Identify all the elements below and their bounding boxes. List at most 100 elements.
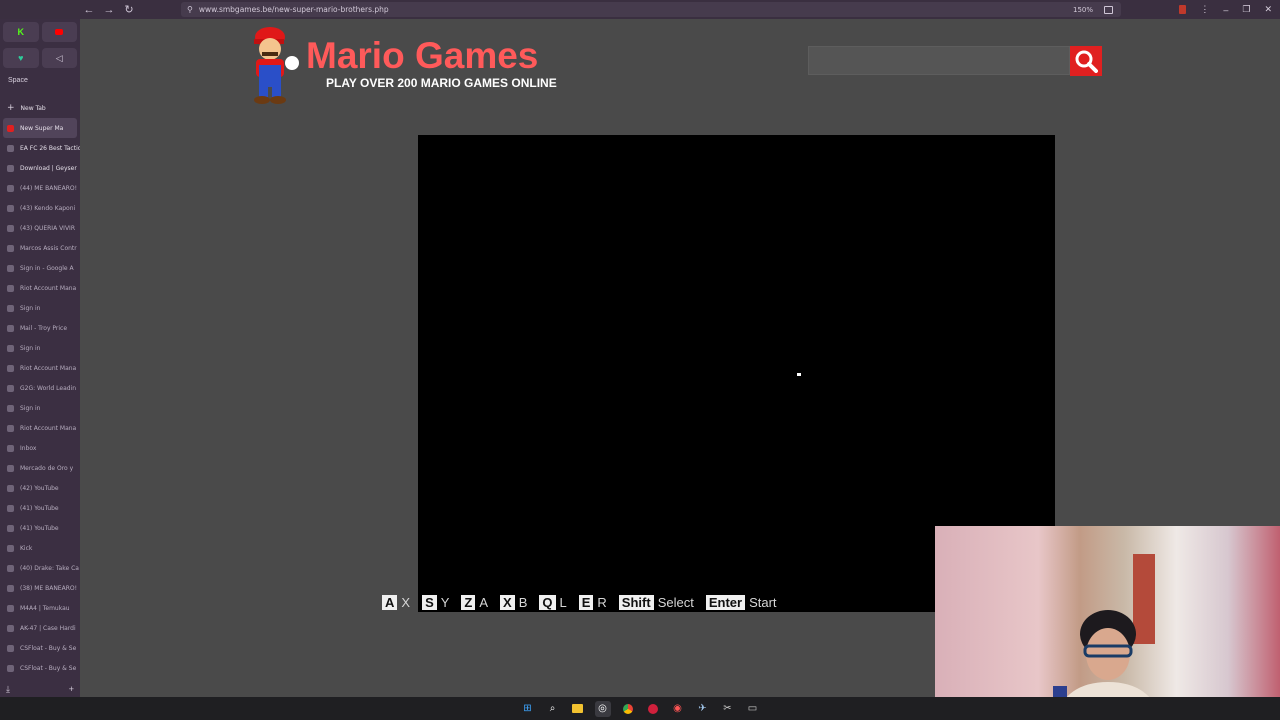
sidebar-tab[interactable]: CSFloat - Buy & Se (0, 638, 80, 658)
sidebar-tab[interactable]: Mail - Troy Price (0, 318, 80, 338)
reload-icon[interactable]: ↻ (122, 3, 136, 16)
address-bar[interactable]: ⚲ www.smbgames.be/new-super-mario-brothe… (181, 2, 1121, 17)
new-tab-button[interactable]: + New Tab (0, 98, 80, 118)
sidebar-tab[interactable]: Sign in (0, 298, 80, 318)
back-icon[interactable]: ← (82, 4, 96, 16)
tab-label: Sign in (20, 404, 41, 412)
sidebar-tab[interactable]: Download | Geyser (0, 158, 80, 178)
control-item: ZA (461, 594, 488, 610)
sidebar-tab[interactable]: CSFloat - Buy & Se (0, 658, 80, 678)
sidebar-tab[interactable]: EA FC 26 Best Tactic (0, 138, 80, 158)
sidebar-tab[interactable]: (44) ME BANEARO! (0, 178, 80, 198)
tool-taskbar-icon[interactable]: ✂ (720, 701, 736, 717)
sidebar-tab[interactable]: Sign in - Google A (0, 258, 80, 278)
control-item: QL (539, 594, 567, 610)
control-action: R (597, 594, 607, 610)
tab-label: (43) Kendo Kaponi (20, 204, 76, 212)
file-explorer-icon[interactable] (570, 701, 586, 717)
sidebar-tab[interactable]: Inbox (0, 438, 80, 458)
sidebar-tab[interactable]: Marcos Assis Contr (0, 238, 80, 258)
control-item: ER (578, 594, 607, 610)
sidebar-tab[interactable]: (41) YouTube (0, 518, 80, 538)
zoom-level[interactable]: 150% (1073, 6, 1093, 14)
mouse-cursor (797, 373, 801, 376)
sidebar-tab[interactable]: (40) Drake: Take Ca (0, 558, 80, 578)
sidebar-tab[interactable]: Mercado de Oro y (0, 458, 80, 478)
sidebar-footer: ⤓ + (0, 684, 80, 695)
control-key: A (382, 594, 398, 610)
add-icon[interactable]: + (69, 684, 74, 695)
app-taskbar-icon[interactable]: ◉ (670, 701, 686, 717)
control-item: Shift Select (618, 594, 694, 610)
record-taskbar-icon[interactable] (645, 701, 661, 717)
sidebar-tab[interactable]: Sign in (0, 338, 80, 358)
site-title[interactable]: Mario Games (306, 35, 538, 77)
sidebar-tab[interactable]: Riot Account Mana (0, 358, 80, 378)
control-key: Q (539, 594, 556, 610)
sidebar-tab[interactable]: Riot Account Mana (0, 278, 80, 298)
browser-taskbar-icon[interactable]: ◎ (594, 700, 611, 717)
download-icon[interactable]: ⤓ (6, 684, 10, 695)
control-key: E (578, 594, 594, 610)
control-item: SY (422, 594, 449, 610)
sidebar-tab[interactable]: AK-47 | Case Hardi (0, 618, 80, 638)
browser-toolbar: ← → ↻ ⚲ www.smbgames.be/new-super-mario-… (0, 0, 1280, 19)
url-text: www.smbgames.be/new-super-mario-brothers… (198, 5, 389, 14)
pinned-youtube-icon[interactable] (41, 22, 77, 42)
search-input[interactable] (808, 46, 1070, 75)
sidebar-tab[interactable]: (43) Kendo Kaponi (0, 198, 80, 218)
tab-favicon-icon (7, 364, 14, 372)
search-taskbar-icon[interactable]: ⌕ (545, 701, 561, 717)
search-icon (1075, 50, 1098, 73)
tab-favicon-icon (7, 184, 14, 192)
extension-icon[interactable] (1179, 5, 1187, 14)
terminal-taskbar-icon[interactable]: ▭ (745, 701, 761, 717)
taskbar: ⊞ ⌕ ◎ ◉ ✈ ✂ ▭ (0, 697, 1280, 720)
tab-favicon-icon (7, 164, 14, 172)
sidebar-tab[interactable]: Kick (0, 538, 80, 558)
control-item: XB (500, 594, 527, 610)
chrome-taskbar-icon[interactable] (620, 701, 636, 717)
sidebar-tab[interactable]: M4A4 | Temukau (0, 598, 80, 618)
tab-favicon-icon (7, 584, 14, 592)
control-item: AX (382, 594, 410, 610)
sidebar-tab[interactable]: New Super Ma (3, 118, 77, 138)
tab-label: Inbox (20, 444, 37, 452)
tab-favicon-icon (7, 344, 14, 352)
reader-icon[interactable] (1104, 5, 1113, 14)
tab-favicon-icon (7, 304, 14, 312)
tab-favicon-icon (7, 444, 14, 452)
sidebar-tab[interactable]: G2G: World Leadin (0, 378, 80, 398)
pinned-kick-icon[interactable]: K (3, 22, 39, 42)
steam-taskbar-icon[interactable]: ✈ (695, 701, 711, 717)
minimize-icon[interactable]: – (1223, 5, 1228, 15)
settings-icon[interactable]: ⋮ (1200, 4, 1209, 15)
windows-start-icon[interactable]: ⊞ (520, 701, 536, 717)
site-info-icon[interactable]: ⚲ (187, 5, 193, 14)
tab-favicon-icon (7, 484, 14, 492)
tab-favicon-icon (7, 524, 14, 532)
search-button[interactable] (1070, 46, 1102, 76)
sidebar-tab[interactable]: (41) YouTube (0, 498, 80, 518)
tab-favicon-icon (7, 404, 14, 412)
tab-label: Riot Account Mana (20, 364, 77, 372)
sidebar-tab[interactable]: Riot Account Mana (0, 418, 80, 438)
close-icon[interactable]: ✕ (1264, 4, 1272, 15)
tab-label: Sign in (20, 304, 41, 312)
sidebar-tab[interactable]: (38) ME BANEARO! (0, 578, 80, 598)
webcam-overlay (935, 526, 1280, 720)
pinned-gem-icon[interactable]: ♥ (3, 48, 39, 68)
pinned-speaker-icon[interactable]: ◁ (41, 48, 77, 68)
tab-label: Sign in - Google A (20, 264, 74, 272)
control-item: Enter Start (705, 594, 777, 610)
tab-favicon-icon (7, 544, 14, 552)
control-key: Shift (618, 594, 654, 610)
forward-icon[interactable]: → (102, 4, 116, 16)
tab-label: (41) YouTube (20, 524, 59, 532)
tab-label: Sign in (20, 344, 41, 352)
maximize-icon[interactable]: ❐ (1242, 4, 1250, 15)
sidebar-tab[interactable]: Sign in (0, 398, 80, 418)
sidebar-tab[interactable]: (42) YouTube (0, 478, 80, 498)
controls-legend: A X S Y Z A X B Q L E R Shift Select Enter Start (382, 594, 789, 610)
sidebar-tab[interactable]: (43) QUERIA VIVIR (0, 218, 80, 238)
